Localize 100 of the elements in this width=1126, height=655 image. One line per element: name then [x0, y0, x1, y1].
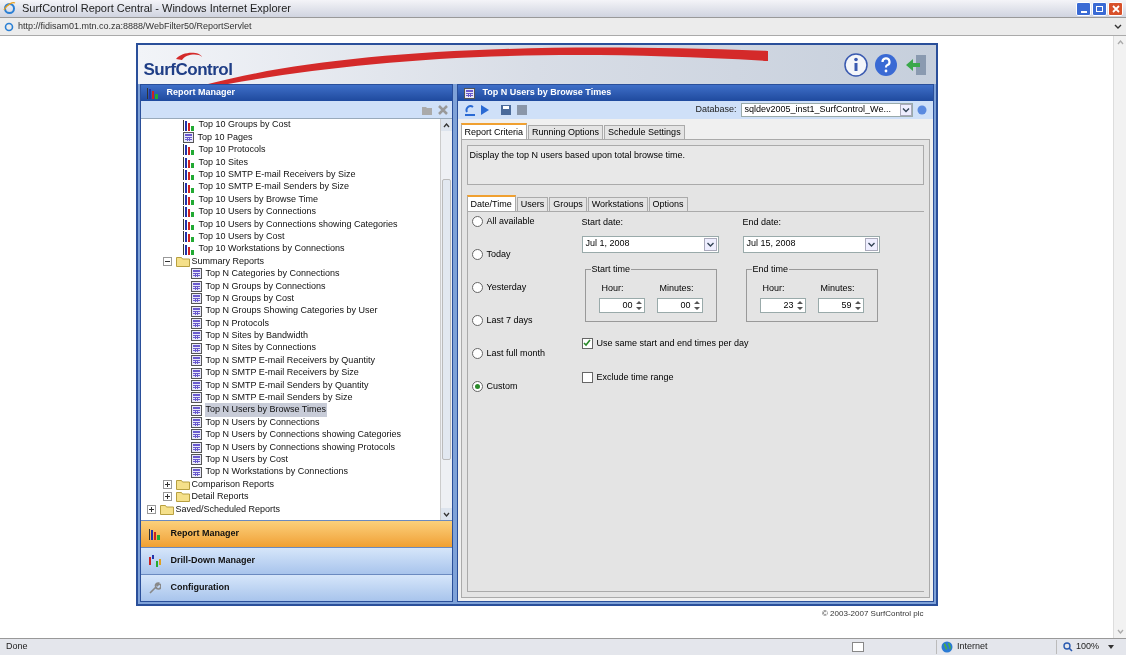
- spinner-arrows-icon[interactable]: [853, 300, 862, 311]
- radio-button[interactable]: [471, 282, 483, 293]
- bar-chart-icon: [182, 156, 195, 168]
- description: Display the top N users based upon total browse time.: [469, 150, 686, 160]
- report-item[interactable]: Top 10 Groups by Cost: [197, 119, 292, 132]
- folder-icon: [175, 256, 190, 267]
- folder-label[interactable]: Summary Reports: [191, 254, 265, 269]
- restore-button[interactable]: [1092, 1, 1107, 16]
- radio-button[interactable]: [471, 348, 483, 359]
- folder-label[interactable]: Saved/Scheduled Reports: [175, 502, 281, 517]
- expand-toggle[interactable]: [162, 480, 172, 489]
- run-icon[interactable]: [479, 104, 490, 116]
- report-item[interactable]: Top N Groups by Connections: [204, 279, 327, 294]
- report-item[interactable]: Top N Groups Showing Categories by User: [204, 304, 379, 318]
- report-item[interactable]: Top N Sites by Connections: [204, 341, 318, 355]
- report-item[interactable]: Top N SMTP E-mail Senders by Size: [204, 391, 354, 405]
- radio-label: All available: [486, 214, 535, 228]
- browser-logo-icon: [3, 2, 16, 15]
- database-dropdown[interactable]: sqldev2005_inst1_SurfControl_We...: [740, 103, 913, 117]
- dropdown-arrow-icon[interactable]: [1108, 645, 1115, 649]
- tab[interactable]: Report Criteria: [460, 123, 528, 139]
- report-item[interactable]: Top N SMTP E-mail Receivers by Size: [204, 366, 360, 380]
- report-item[interactable]: Top 10 SMTP E-mail Senders by Size: [197, 180, 350, 194]
- checkbox[interactable]: [581, 372, 593, 384]
- help-icon[interactable]: [916, 105, 927, 115]
- report-item[interactable]: Top N Users by Connections: [204, 415, 321, 430]
- radio-label: Today: [486, 247, 511, 261]
- dropdown-arrow-icon[interactable]: [899, 104, 912, 116]
- group-title: End time: [751, 263, 790, 275]
- report-item[interactable]: Top N SMTP E-mail Receivers by Quantity: [204, 353, 376, 368]
- folder-label[interactable]: Detail Reports: [191, 490, 249, 504]
- date-dropdown[interactable]: Jul 15, 2008: [742, 235, 880, 253]
- report-item[interactable]: Top N Sites by Bandwidth: [204, 329, 310, 343]
- tab[interactable]: Running Options: [528, 125, 604, 139]
- nav-button[interactable]: Drill-Down Manager: [140, 547, 452, 574]
- panel-title: Report Manager: [166, 86, 235, 100]
- report-item[interactable]: Top 10 Users by Connections: [197, 205, 318, 219]
- report-item[interactable]: Top N Categories by Connections: [204, 267, 341, 281]
- spinner-arrows-icon[interactable]: [692, 300, 701, 311]
- report-item[interactable]: Top 10 SMTP E-mail Receivers by Size: [197, 168, 357, 182]
- report-item[interactable]: Top 10 Workstations by Connections: [197, 242, 346, 256]
- collapse-toggle[interactable]: [162, 257, 172, 266]
- radio-button[interactable]: [471, 315, 483, 326]
- spin-field[interactable]: 00: [598, 298, 645, 313]
- report-item[interactable]: Top N Protocols: [204, 316, 271, 331]
- save-icon[interactable]: [499, 104, 512, 116]
- radio-button[interactable]: [471, 381, 483, 392]
- radio-label: Custom: [486, 379, 518, 393]
- report-item[interactable]: Top 10 Users by Cost: [197, 229, 286, 244]
- tab[interactable]: Groups: [549, 197, 587, 211]
- tab[interactable]: Date/Time: [466, 195, 516, 211]
- back-icon[interactable]: [463, 104, 476, 116]
- nav-button[interactable]: Configuration: [140, 574, 452, 601]
- report-item[interactable]: Top 10 Pages: [196, 130, 254, 145]
- report-item[interactable]: Top N Workstations by Connections: [204, 465, 349, 479]
- zoom-control[interactable]: 100%: [1056, 640, 1126, 654]
- radio-button[interactable]: [471, 216, 483, 227]
- report-item[interactable]: Top 10 Users by Connections showing Categories: [197, 217, 399, 232]
- scroll-up-icon[interactable]: [442, 122, 450, 128]
- plus-icon: [148, 506, 154, 512]
- report-item[interactable]: Top 10 Sites: [197, 155, 250, 170]
- report-item[interactable]: Top 10 Users by Browse Time: [197, 192, 320, 207]
- scroll-down-icon[interactable]: [442, 511, 450, 517]
- folder-icon: [159, 503, 174, 515]
- radio-button[interactable]: [471, 249, 483, 260]
- expand-toggle[interactable]: [146, 504, 156, 514]
- close-icon: [1111, 4, 1120, 13]
- address-bar[interactable]: http://fidisam01.mtn.co.za:8888/WebFilter50/ReportServlet: [0, 18, 1126, 36]
- scrollbar[interactable]: [439, 119, 452, 520]
- report-item[interactable]: Top N Users by Connections showing Protocols: [204, 440, 397, 455]
- tab[interactable]: Workstations: [587, 197, 648, 211]
- report-item[interactable]: Top N Users by Cost: [204, 453, 290, 467]
- report-item[interactable]: Top 10 Protocols: [197, 143, 267, 157]
- tab[interactable]: Schedule Settings: [604, 125, 685, 139]
- status-text: Done: [5, 640, 29, 654]
- report-icon: [190, 355, 202, 367]
- folder-label[interactable]: Comparison Reports: [191, 477, 275, 492]
- tab[interactable]: Users: [516, 197, 549, 211]
- spinner-arrows-icon[interactable]: [634, 300, 643, 311]
- report-item[interactable]: Top N Users by Browse Times: [204, 403, 328, 417]
- report-item[interactable]: Top N SMTP E-mail Senders by Quantity: [204, 378, 370, 393]
- checkbox[interactable]: [581, 337, 593, 349]
- chart-icon: [148, 555, 161, 567]
- expand-toggle[interactable]: [162, 492, 172, 502]
- help-icon[interactable]: [873, 52, 898, 77]
- tab[interactable]: Options: [648, 197, 688, 211]
- report-item[interactable]: Top N Users by Connections showing Categories: [204, 428, 403, 442]
- report-item[interactable]: Top N Groups by Cost: [204, 291, 296, 306]
- spin-field[interactable]: 00: [656, 298, 703, 313]
- spinner-arrows-icon[interactable]: [795, 300, 804, 311]
- spin-field[interactable]: 59: [817, 298, 864, 313]
- minimize-button[interactable]: [1076, 1, 1091, 16]
- bar-chart-icon: [182, 144, 195, 156]
- report-icon: [190, 330, 202, 342]
- spin-field[interactable]: 23: [759, 298, 806, 313]
- date-dropdown[interactable]: Jul 1, 2008: [581, 235, 719, 253]
- nav-button[interactable]: Report Manager: [140, 520, 452, 547]
- info-icon[interactable]: [843, 52, 868, 77]
- close-button[interactable]: [1108, 1, 1123, 16]
- bar-chart-icon: [146, 87, 159, 99]
